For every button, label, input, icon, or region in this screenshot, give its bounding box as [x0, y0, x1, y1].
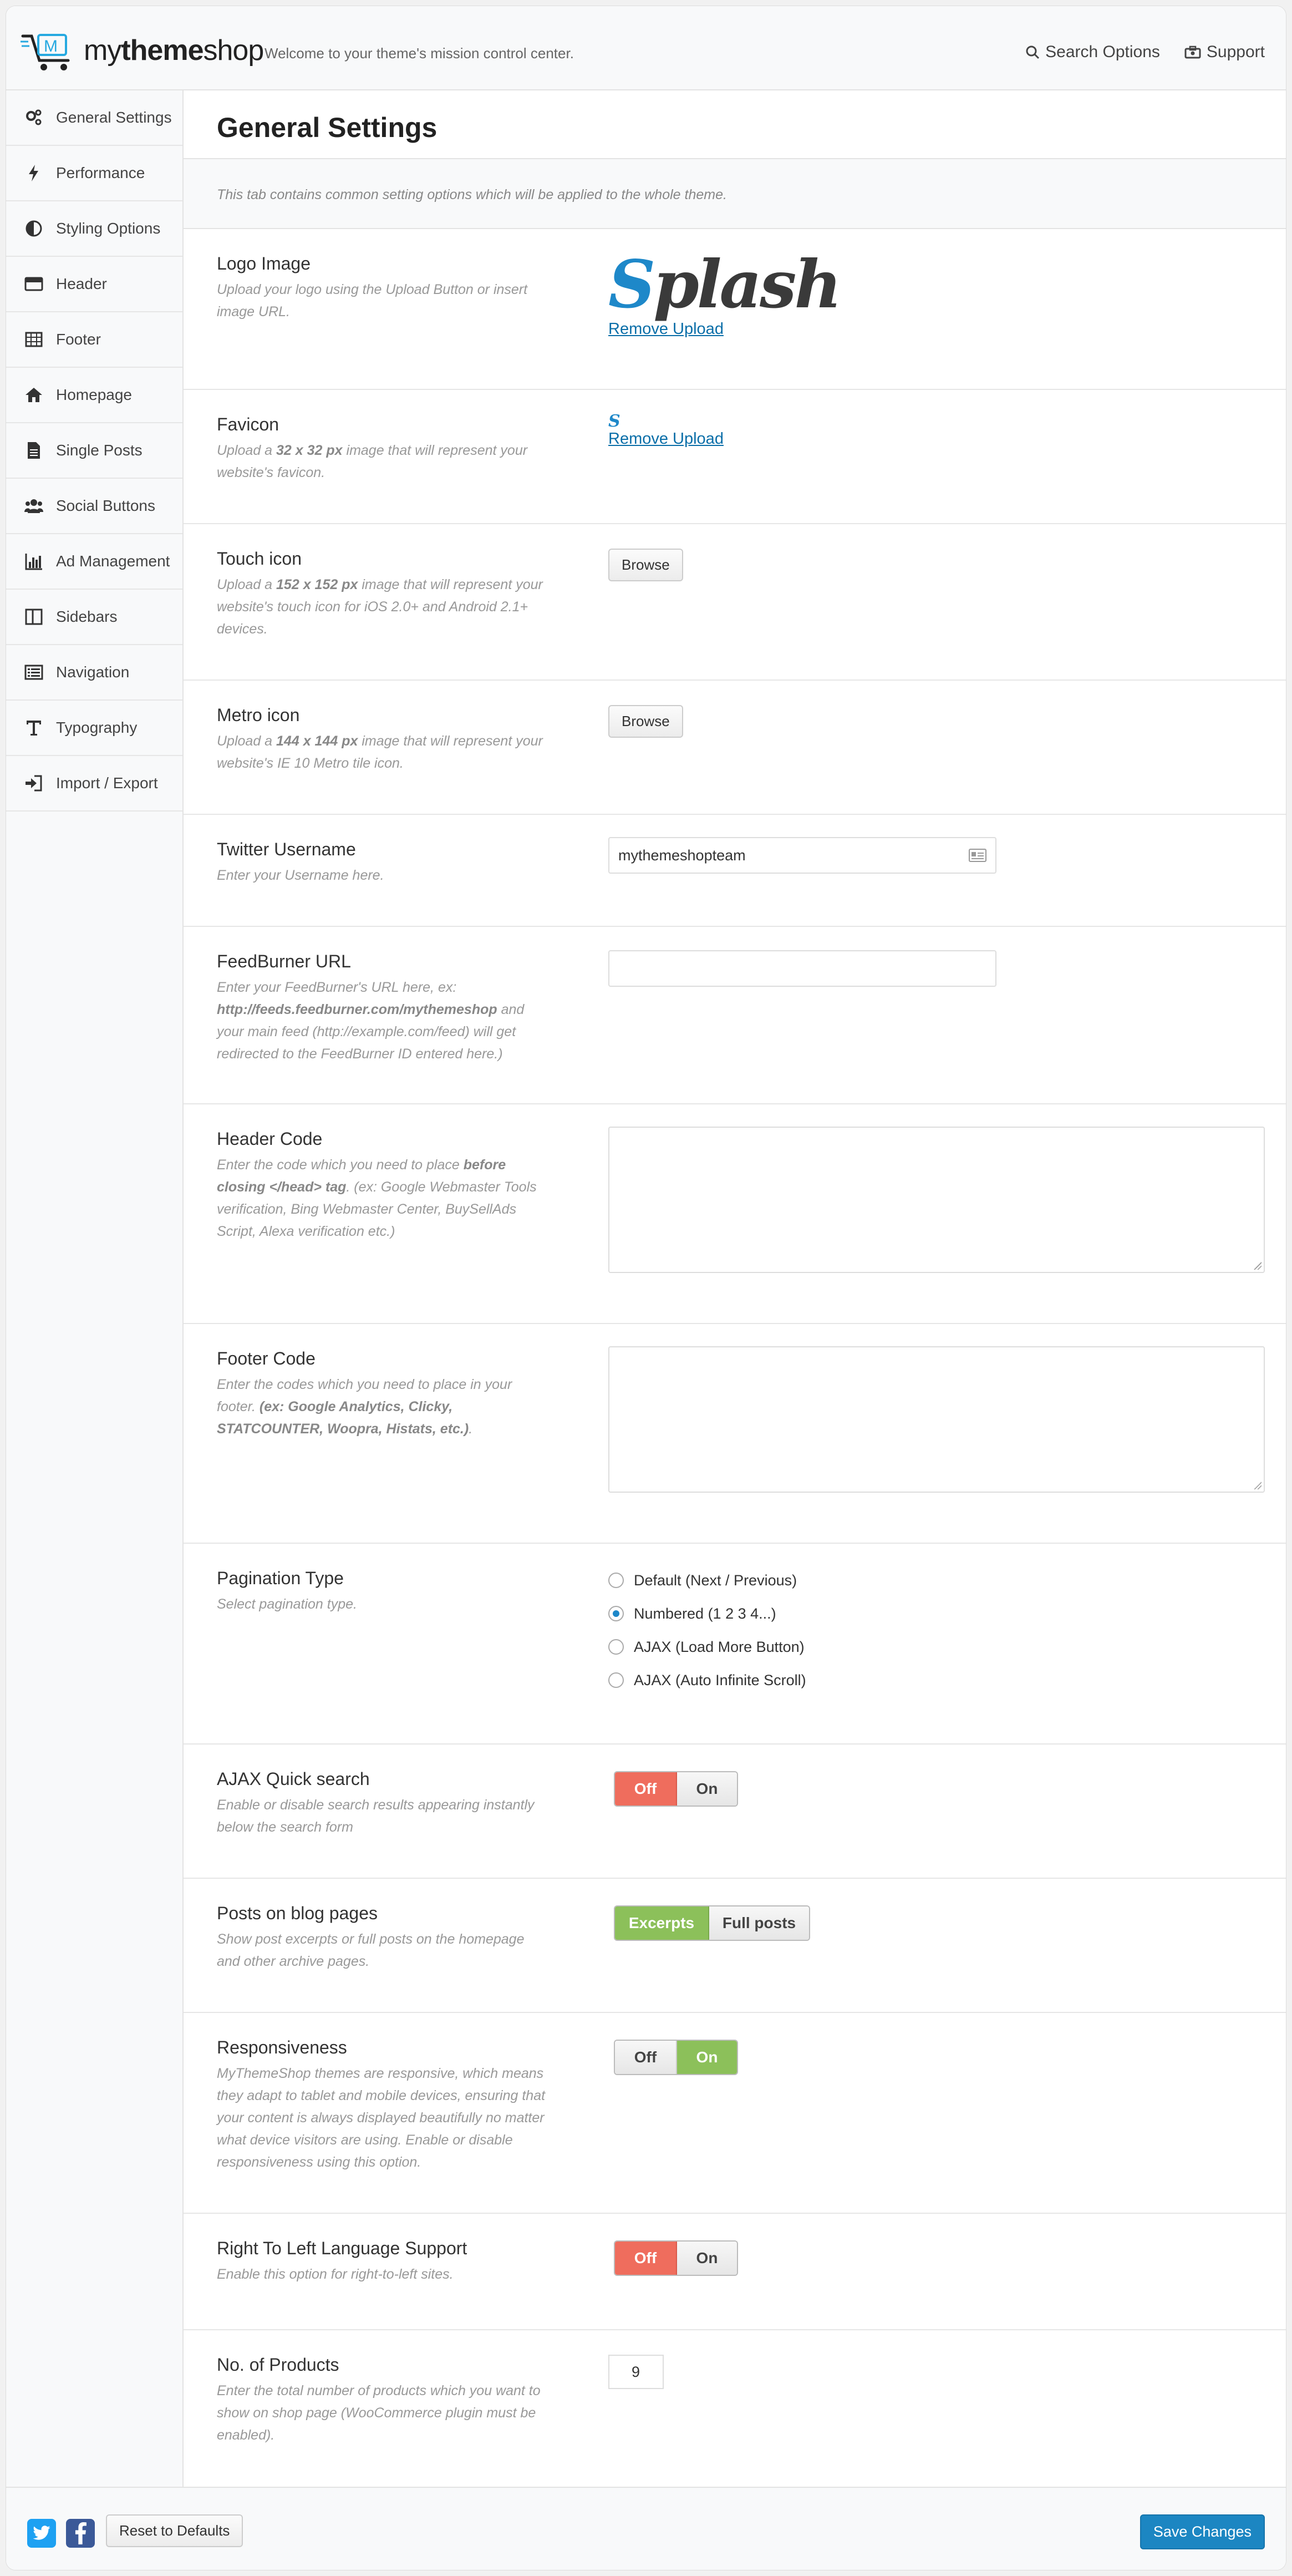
twitter-username-input[interactable]: mythemeshopteam [608, 837, 996, 874]
pagination-option-numbered[interactable]: Numbered (1 2 3 4...) [608, 1597, 806, 1630]
search-options-link[interactable]: Search Options [1025, 43, 1160, 62]
sidebar-item-import-export[interactable]: Import / Export [6, 756, 182, 812]
metro-icon-browse-button[interactable]: Browse [608, 705, 683, 738]
document-icon [23, 439, 45, 462]
favicon-preview-image: S [608, 412, 620, 431]
responsiveness-toggle[interactable]: Off On [614, 2040, 738, 2075]
posts-full-option[interactable]: Full posts [709, 1906, 809, 1940]
pagination-radio-group: Default (Next / Previous) Numbered (1 2 … [608, 1564, 806, 1697]
ajax-search-on[interactable]: On [677, 1772, 737, 1806]
sidebar-item-header[interactable]: Header [6, 257, 182, 312]
rtl-on[interactable]: On [677, 2242, 737, 2275]
ajax-search-toggle[interactable]: Off On [614, 1771, 738, 1807]
welcome-text: Welcome to your theme's mission control … [264, 45, 574, 62]
setting-header-code: Header Code Enter the code which you need… [184, 1104, 1286, 1324]
logo-preview-image: Splash [608, 246, 842, 323]
rtl-toggle[interactable]: Off On [614, 2240, 738, 2276]
footer-code-textarea[interactable] [608, 1346, 1265, 1493]
mythemeshop-logo[interactable]: M mythemeshop [21, 28, 264, 73]
svg-text:M: M [44, 37, 58, 55]
sidebar-item-typography[interactable]: Typography [6, 701, 182, 756]
tab-intro: This tab contains common setting options… [184, 159, 1286, 229]
products-count-input[interactable]: 9 [608, 2355, 664, 2389]
responsiveness-off[interactable]: Off [615, 2041, 677, 2074]
save-changes-button[interactable]: Save Changes [1140, 2514, 1265, 2549]
settings-sidebar: General Settings Performance Styling Opt… [6, 90, 184, 2487]
setting-responsiveness: Responsiveness MyThemeShop themes are res… [184, 2013, 1286, 2214]
touch-icon-browse-button[interactable]: Browse [608, 549, 683, 581]
bolt-icon [23, 162, 45, 184]
columns-icon [23, 606, 45, 628]
sign-in-icon [23, 772, 45, 794]
setting-rtl-support: Right To Left Language Support Enable thi… [184, 2214, 1286, 2330]
list-icon [23, 661, 45, 683]
settings-main: General Settings This tab contains commo… [184, 90, 1286, 2487]
search-icon [1026, 45, 1040, 59]
header-code-textarea[interactable] [608, 1127, 1265, 1273]
sidebar-item-footer[interactable]: Footer [6, 312, 182, 368]
bar-chart-icon [23, 550, 45, 572]
setting-footer-code: Footer Code Enter the codes which you nee… [184, 1324, 1286, 1544]
page-title: General Settings [184, 90, 1286, 159]
twitter-button[interactable] [27, 2519, 56, 2548]
setting-desc: Upload your logo using the Upload Button… [217, 282, 528, 320]
posts-display-toggle[interactable]: Excerpts Full posts [614, 1905, 810, 1941]
facebook-button[interactable] [66, 2519, 95, 2548]
setting-touch-icon: Touch icon Upload a 152 x 152 px image th… [184, 524, 1286, 681]
text-icon [23, 717, 45, 739]
sidebar-item-ad-management[interactable]: Ad Management [6, 534, 182, 590]
sidebar-item-general-settings[interactable]: General Settings [6, 90, 182, 146]
sidebar-item-social-buttons[interactable]: Social Buttons [6, 479, 182, 534]
setting-posts-on-blog-pages: Posts on blog pages Show post excerpts or… [184, 1879, 1286, 2013]
support-icon [1184, 45, 1201, 59]
setting-title: Logo Image [217, 253, 311, 273]
sidebar-item-styling-options[interactable]: Styling Options [6, 201, 182, 257]
setting-number-of-products: No. of Products Enter the total number of… [184, 2330, 1286, 2487]
setting-twitter-username: Twitter Username Enter your Username here… [184, 815, 1286, 927]
contrast-icon [23, 217, 45, 240]
responsiveness-on[interactable]: On [677, 2041, 737, 2074]
logo-wordmark: mythemeshop [84, 34, 264, 67]
sidebar-item-homepage[interactable]: Homepage [6, 368, 182, 423]
remove-favicon-upload-link[interactable]: Remove Upload [608, 430, 724, 448]
home-icon [23, 384, 45, 406]
gears-icon [23, 107, 45, 129]
header-icon [23, 273, 45, 295]
users-icon [23, 495, 45, 517]
pagination-option-default[interactable]: Default (Next / Previous) [608, 1564, 806, 1597]
setting-feedburner-url: FeedBurner URL Enter your FeedBurner's UR… [184, 927, 1286, 1104]
cart-logo-icon: M [21, 34, 70, 70]
sidebar-item-performance[interactable]: Performance [6, 146, 182, 201]
pagination-option-ajax-load-more[interactable]: AJAX (Load More Button) [608, 1630, 806, 1664]
setting-favicon: Favicon Upload a 32 x 32 px image that wi… [184, 390, 1286, 524]
options-footer: Reset to Defaults Save Changes [6, 2487, 1286, 2570]
ajax-search-off[interactable]: Off [615, 1772, 677, 1806]
setting-pagination-type: Pagination Type Select pagination type. D… [184, 1544, 1286, 1745]
reset-to-defaults-button[interactable]: Reset to Defaults [106, 2514, 243, 2547]
top-links: Search Options Support [1025, 43, 1265, 62]
facebook-icon [75, 2522, 87, 2544]
support-link[interactable]: Support [1184, 43, 1265, 62]
top-bar: M mythemeshop Welcome to your theme's mi… [6, 6, 1286, 90]
setting-logo-image: Logo Image Upload your logo using the Upl… [184, 229, 1286, 390]
pagination-option-ajax-infinite[interactable]: AJAX (Auto Infinite Scroll) [608, 1664, 806, 1697]
options-panel: M mythemeshop Welcome to your theme's mi… [6, 6, 1286, 2570]
table-icon [23, 328, 45, 351]
rtl-off[interactable]: Off [615, 2242, 677, 2275]
twitter-icon [33, 2526, 50, 2540]
sidebar-item-navigation[interactable]: Navigation [6, 645, 182, 701]
sidebar-item-sidebars[interactable]: Sidebars [6, 590, 182, 645]
feedburner-url-input[interactable] [608, 950, 996, 987]
setting-metro-icon: Metro icon Upload a 144 x 144 px image th… [184, 681, 1286, 815]
setting-ajax-quick-search: AJAX Quick search Enable or disable searc… [184, 1745, 1286, 1879]
posts-excerpts-option[interactable]: Excerpts [615, 1906, 709, 1940]
contact-card-icon [969, 849, 986, 862]
sidebar-item-single-posts[interactable]: Single Posts [6, 423, 182, 479]
